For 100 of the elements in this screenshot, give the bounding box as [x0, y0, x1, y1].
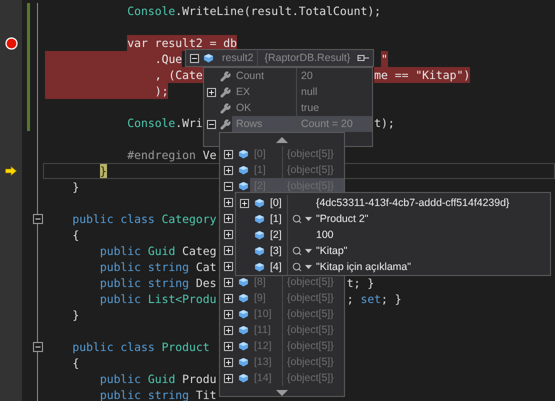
- item-index: [13]: [253, 355, 273, 370]
- item-index: [10]: [253, 307, 273, 322]
- cube-icon: [238, 357, 248, 367]
- expand-icon[interactable]: [224, 150, 232, 158]
- expand-icon[interactable]: [240, 198, 248, 208]
- expand-icon[interactable]: [224, 278, 232, 286]
- expand-icon[interactable]: [224, 358, 232, 366]
- expand-icon[interactable]: [224, 166, 232, 174]
- code-line: ; set; }: [346, 291, 402, 307]
- item-value: {object[5]}: [282, 290, 344, 306]
- code-line: }: [72, 179, 80, 195]
- item-value: {4dc53311-413f-4cb7-addd-cff514f4239d}: [316, 196, 510, 211]
- item-value: 100: [316, 228, 335, 243]
- scroll-down-icon[interactable]: [276, 390, 288, 396]
- item-index: [3]: [266, 243, 288, 259]
- wrench-icon: [220, 118, 230, 130]
- cube-icon: [238, 277, 248, 287]
- item-value: {object[5]}: [282, 146, 344, 162]
- pin-icon[interactable]: [357, 54, 370, 62]
- expand-icon[interactable]: [224, 310, 232, 318]
- code-line: Console.Wri: [127, 115, 203, 131]
- wrench-icon: [220, 86, 230, 98]
- cube-icon: [238, 293, 248, 303]
- code-line: t; }: [346, 275, 374, 291]
- code-line: public string Cat: [100, 259, 216, 275]
- item-index: [0]: [253, 147, 267, 162]
- search-icon[interactable]: [292, 262, 302, 272]
- cube-icon: [254, 230, 264, 240]
- collapse-icon[interactable]: [33, 214, 43, 224]
- expand-icon[interactable]: [224, 214, 232, 222]
- property-name: OK: [235, 101, 252, 116]
- item-value: {object[5]}: [282, 338, 344, 354]
- caret-icon[interactable]: [305, 249, 312, 253]
- property-name: Rows: [232, 116, 296, 132]
- variable-type: {RaptorDB.Result}: [264, 51, 352, 66]
- item-value: "Kitap için açıklama": [316, 260, 412, 275]
- collapse-icon[interactable]: [190, 54, 199, 62]
- property-name: EX: [235, 85, 252, 100]
- cube-icon: [254, 262, 264, 272]
- arrow-icon: [5, 166, 17, 176]
- expand-icon[interactable]: [224, 294, 232, 302]
- code-line: public class Product: [72, 339, 210, 355]
- breakpoint-icon[interactable]: [4, 36, 18, 50]
- code-line: public string Des: [100, 275, 216, 291]
- cube-icon: [254, 246, 264, 256]
- code-line: Console.WriteLine(result.TotalCount);: [127, 3, 382, 19]
- cube-icon: [203, 53, 214, 63]
- item-index: [1]: [266, 211, 288, 227]
- item-index: [9]: [253, 291, 267, 306]
- code-line: {: [72, 355, 80, 371]
- item-index: [0]: [266, 195, 288, 211]
- item-index: [12]: [253, 339, 273, 354]
- item-value: "Kitap": [316, 244, 348, 259]
- expand-icon[interactable]: [224, 262, 232, 270]
- code-line: {: [72, 227, 80, 243]
- item-index: [11]: [253, 323, 272, 338]
- code-line: public Guid Categ: [100, 243, 216, 259]
- item-index: [8]: [253, 275, 267, 290]
- code-line: t);: [374, 115, 395, 131]
- search-icon[interactable]: [292, 214, 302, 224]
- cube-icon: [238, 165, 248, 175]
- expand-icon[interactable]: [224, 374, 232, 382]
- expand-icon[interactable]: [224, 230, 232, 238]
- item-index: [14]: [253, 371, 273, 386]
- scroll-up-icon[interactable]: [276, 136, 288, 142]
- item-value: "Product 2": [316, 212, 370, 227]
- cube-icon: [238, 309, 248, 319]
- caret-icon[interactable]: [305, 217, 312, 221]
- property-name: Count: [235, 69, 266, 84]
- cube-icon: [238, 149, 248, 159]
- expand-icon[interactable]: [224, 326, 232, 334]
- property-value: 20: [296, 68, 372, 84]
- item-index: [4]: [266, 259, 288, 275]
- cube-icon: [238, 373, 248, 383]
- item-index: [1]: [253, 163, 267, 178]
- cube-icon: [238, 325, 248, 335]
- expand-icon[interactable]: [206, 88, 216, 96]
- item-value: {object[5]}: [282, 306, 344, 322]
- code-line: #endregion Ve: [127, 147, 216, 163]
- collapse-icon[interactable]: [33, 342, 43, 352]
- caret-icon[interactable]: [305, 265, 312, 269]
- wrench-icon: [220, 102, 230, 114]
- collapse-icon[interactable]: [224, 182, 232, 190]
- code-line: public Guid Produ: [100, 371, 216, 387]
- expand-icon[interactable]: [224, 342, 232, 350]
- search-icon[interactable]: [292, 246, 302, 256]
- item-value: {object[5]}: [282, 354, 344, 370]
- expand-icon[interactable]: [224, 246, 232, 254]
- item-index: [2]: [266, 227, 288, 243]
- cube-icon: [254, 198, 264, 208]
- property-value: null: [296, 84, 372, 100]
- property-value: Count = 20: [296, 116, 372, 132]
- cube-icon: [254, 214, 264, 224]
- code-line: public class Category: [72, 211, 216, 227]
- expand-icon[interactable]: [224, 198, 232, 206]
- item-value: {object[5]}: [282, 322, 344, 338]
- collapse-icon[interactable]: [206, 120, 216, 128]
- variable-name: result2: [218, 49, 258, 67]
- item-value: {object[5]}: [282, 370, 344, 386]
- cube-icon: [238, 341, 248, 351]
